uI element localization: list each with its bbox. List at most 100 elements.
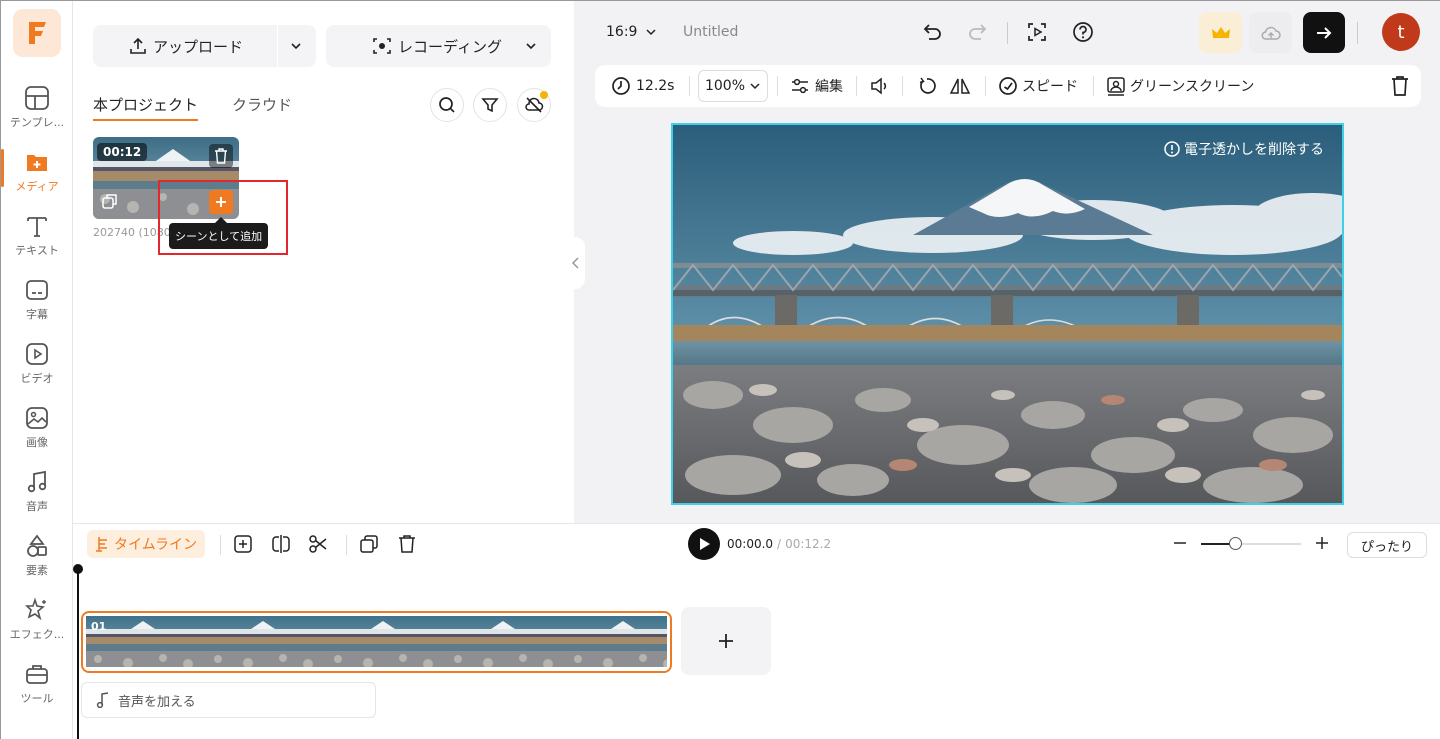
collapse-panel-button[interactable] <box>567 237 585 289</box>
total-time: 00:12.2 <box>785 537 832 551</box>
divider <box>220 535 221 555</box>
sidebar-item-elements[interactable]: 要素 <box>1 529 73 591</box>
media-panel <box>73 1 573 523</box>
sidebar-item-label: テキスト <box>15 244 59 257</box>
green-screen-icon <box>1106 76 1126 96</box>
screen-record-icon <box>1026 21 1048 43</box>
tools-icon <box>24 661 50 687</box>
app-logo[interactable] <box>13 9 61 57</box>
speed-button[interactable]: スピード <box>998 65 1078 107</box>
screen-record-button[interactable] <box>1026 21 1048 43</box>
premium-dot <box>540 91 548 99</box>
green-screen-label: グリーンスクリーン <box>1130 79 1255 95</box>
filter-icon <box>481 96 499 114</box>
sidebar-item-text[interactable]: テキスト <box>1 209 73 271</box>
zoom-out-button[interactable] <box>1173 536 1187 550</box>
export-button[interactable] <box>1303 12 1345 53</box>
clip-index: 01 <box>91 620 107 633</box>
video-preview[interactable]: 電子透かしを削除する <box>671 123 1344 505</box>
undo-button[interactable] <box>921 21 943 43</box>
zoom-slider-track[interactable] <box>1201 537 1301 550</box>
split-button[interactable] <box>271 534 291 554</box>
remove-watermark-button[interactable]: 電子透かしを削除する <box>1164 139 1324 159</box>
elements-icon <box>24 533 50 559</box>
duplicate-button[interactable] <box>359 534 379 554</box>
record-label: レコーディング <box>398 37 502 56</box>
aspect-ratio-select[interactable]: 16:9 <box>606 24 657 40</box>
sidebar-item-label: メディア <box>15 180 59 193</box>
cloud-save-button[interactable] <box>1249 12 1292 53</box>
cloud-off-button[interactable] <box>517 88 551 122</box>
record-button[interactable]: レコーディング <box>326 25 551 67</box>
delete-button[interactable] <box>397 534 417 554</box>
sidebar-item-label: ビデオ <box>20 372 54 385</box>
minus-icon <box>1173 536 1187 550</box>
help-button[interactable] <box>1072 21 1094 43</box>
redo-icon <box>967 21 989 43</box>
project-title[interactable]: Untitled <box>683 24 738 40</box>
thumb-duration: 00:12 <box>97 143 148 161</box>
flip-button[interactable] <box>949 65 971 107</box>
sidebar-item-templates[interactable]: テンプレ... <box>1 81 73 143</box>
sidebar-item-images[interactable]: 画像 <box>1 401 73 463</box>
zoom-select[interactable]: 100% <box>698 70 768 102</box>
cut-button[interactable] <box>308 534 328 554</box>
zoom-slider-handle[interactable] <box>1229 537 1242 550</box>
trash-icon <box>397 534 417 554</box>
divider <box>1007 22 1008 44</box>
volume-button[interactable] <box>870 65 890 107</box>
add-audio-track[interactable]: 音声を加える <box>81 682 376 718</box>
speaker-icon <box>870 77 890 95</box>
timeline-label: タイムライン <box>114 537 198 553</box>
delete-media-button[interactable] <box>209 144 233 168</box>
plus-icon <box>1315 536 1329 550</box>
sidebar-item-subtitles[interactable]: 字幕 <box>1 273 73 335</box>
sidebar-item-effects[interactable]: エフェク... <box>1 593 73 655</box>
delete-clip-button[interactable] <box>1390 65 1410 107</box>
tab-project[interactable]: 本プロジェクト <box>93 94 199 121</box>
rotate-button[interactable] <box>917 65 937 107</box>
sidebar-item-media[interactable]: メディア <box>1 145 73 207</box>
media-icon <box>24 149 50 175</box>
trash-icon <box>214 148 228 164</box>
timeline-tab[interactable]: タイムライン <box>87 530 206 558</box>
search-button[interactable] <box>430 88 464 122</box>
current-time: 00:00.0 <box>727 537 774 551</box>
add-clip-button[interactable] <box>681 607 771 675</box>
avatar[interactable]: t <box>1382 13 1420 51</box>
edit-button[interactable]: 編集 <box>790 65 843 107</box>
sidebar-item-audio[interactable]: 音声 <box>1 465 73 527</box>
add-box-icon <box>233 534 253 554</box>
trash-icon <box>1390 75 1410 97</box>
time-separator: / <box>777 537 782 551</box>
cloud-off-icon <box>524 96 544 114</box>
upload-button[interactable]: アップロード <box>93 25 316 67</box>
chevron-down-icon[interactable] <box>289 39 303 53</box>
divider <box>1357 22 1358 44</box>
rotate-icon <box>917 76 937 96</box>
divider <box>777 76 778 96</box>
zoom-in-button[interactable] <box>1315 536 1329 550</box>
add-scene-button[interactable] <box>233 534 253 554</box>
sidebar-item-tools[interactable]: ツール <box>1 657 73 719</box>
highlight-box <box>158 180 288 255</box>
redo-button[interactable] <box>967 21 989 43</box>
copy-icon <box>359 534 379 554</box>
video-frame-image <box>673 125 1342 503</box>
chevron-down-icon <box>749 80 761 92</box>
replace-icon[interactable] <box>102 193 118 209</box>
green-screen-button[interactable]: グリーンスクリーン <box>1106 65 1254 107</box>
sidebar-item-video[interactable]: ビデオ <box>1 337 73 399</box>
premium-button[interactable] <box>1199 12 1242 53</box>
timeline-clip[interactable]: 01 <box>81 611 672 673</box>
sidebar-item-label: 要素 <box>26 564 48 577</box>
playhead-line <box>77 571 79 739</box>
filter-button[interactable] <box>473 88 507 122</box>
duration-display[interactable]: 12.2s <box>611 65 674 107</box>
fit-button[interactable]: ぴったり <box>1347 532 1427 558</box>
zoom-value: 100% <box>704 78 746 94</box>
tab-cloud[interactable]: クラウド <box>232 94 292 119</box>
divider <box>346 535 347 555</box>
play-button[interactable] <box>688 528 720 560</box>
video-icon <box>24 341 50 367</box>
